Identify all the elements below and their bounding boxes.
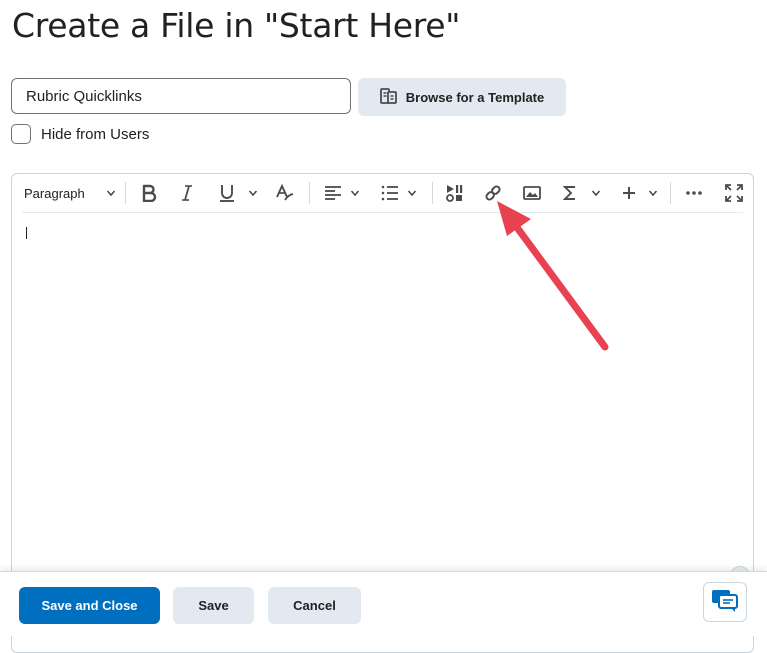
browse-template-button[interactable]: Browse for a Template — [358, 78, 566, 116]
insert-media-button[interactable] — [443, 180, 465, 206]
paragraph-label: Paragraph — [24, 185, 85, 201]
editor-toolbar: Paragraph — [12, 174, 753, 212]
chat-button[interactable] — [703, 582, 747, 622]
italic-button[interactable] — [176, 180, 198, 206]
template-icon — [379, 87, 398, 107]
fullscreen-button[interactable] — [723, 180, 745, 206]
title-input[interactable] — [11, 78, 351, 114]
list-icon — [381, 185, 399, 201]
toolbar-separator — [125, 182, 126, 204]
underline-icon — [218, 183, 236, 203]
text-cursor — [26, 227, 27, 239]
align-icon — [324, 185, 342, 201]
save-and-close-button[interactable]: Save and Close — [19, 587, 160, 624]
media-icon — [445, 184, 463, 202]
chevron-down-icon — [648, 188, 658, 198]
toolbar-separator — [309, 182, 310, 204]
toolbar-separator — [432, 182, 433, 204]
save-button[interactable]: Save — [173, 587, 254, 624]
underline-dropdown[interactable] — [218, 180, 258, 206]
bold-button[interactable] — [137, 180, 161, 206]
insert-dropdown[interactable] — [622, 180, 658, 206]
paragraph-format-dropdown[interactable]: Paragraph — [24, 180, 116, 206]
chat-icon — [711, 588, 739, 617]
chevron-down-icon — [407, 188, 417, 198]
browse-template-label: Browse for a Template — [405, 89, 545, 105]
fullscreen-icon — [725, 184, 743, 202]
toolbar-separator — [670, 182, 671, 204]
more-actions-button[interactable] — [683, 180, 705, 206]
chevron-down-icon — [591, 188, 601, 198]
chevron-down-icon — [248, 188, 258, 198]
toolbar-divider — [22, 212, 743, 213]
italic-icon — [180, 184, 194, 202]
equation-icon — [563, 184, 577, 202]
bold-icon — [141, 184, 157, 202]
more-icon — [685, 190, 703, 196]
chevron-down-icon — [350, 188, 360, 198]
plus-icon — [622, 186, 636, 200]
format-icon — [275, 184, 295, 202]
insert-image-button[interactable] — [521, 180, 543, 206]
hide-from-users-label: Hide from Users — [41, 125, 150, 143]
page-title: Create a File in "Start Here" — [12, 6, 461, 45]
chevron-down-icon — [106, 188, 116, 198]
equation-dropdown[interactable] — [563, 180, 601, 206]
hide-from-users-checkbox[interactable] — [11, 124, 31, 144]
list-dropdown[interactable] — [381, 180, 417, 206]
cancel-button[interactable]: Cancel — [268, 587, 361, 624]
hide-from-users-row[interactable]: Hide from Users — [11, 124, 149, 144]
insert-link-button[interactable] — [482, 180, 504, 206]
align-dropdown[interactable] — [324, 180, 360, 206]
image-icon — [523, 185, 541, 201]
footer-bar: Save and Close Save Cancel — [0, 571, 767, 636]
text-format-button[interactable] — [273, 180, 297, 206]
link-icon — [484, 184, 502, 202]
